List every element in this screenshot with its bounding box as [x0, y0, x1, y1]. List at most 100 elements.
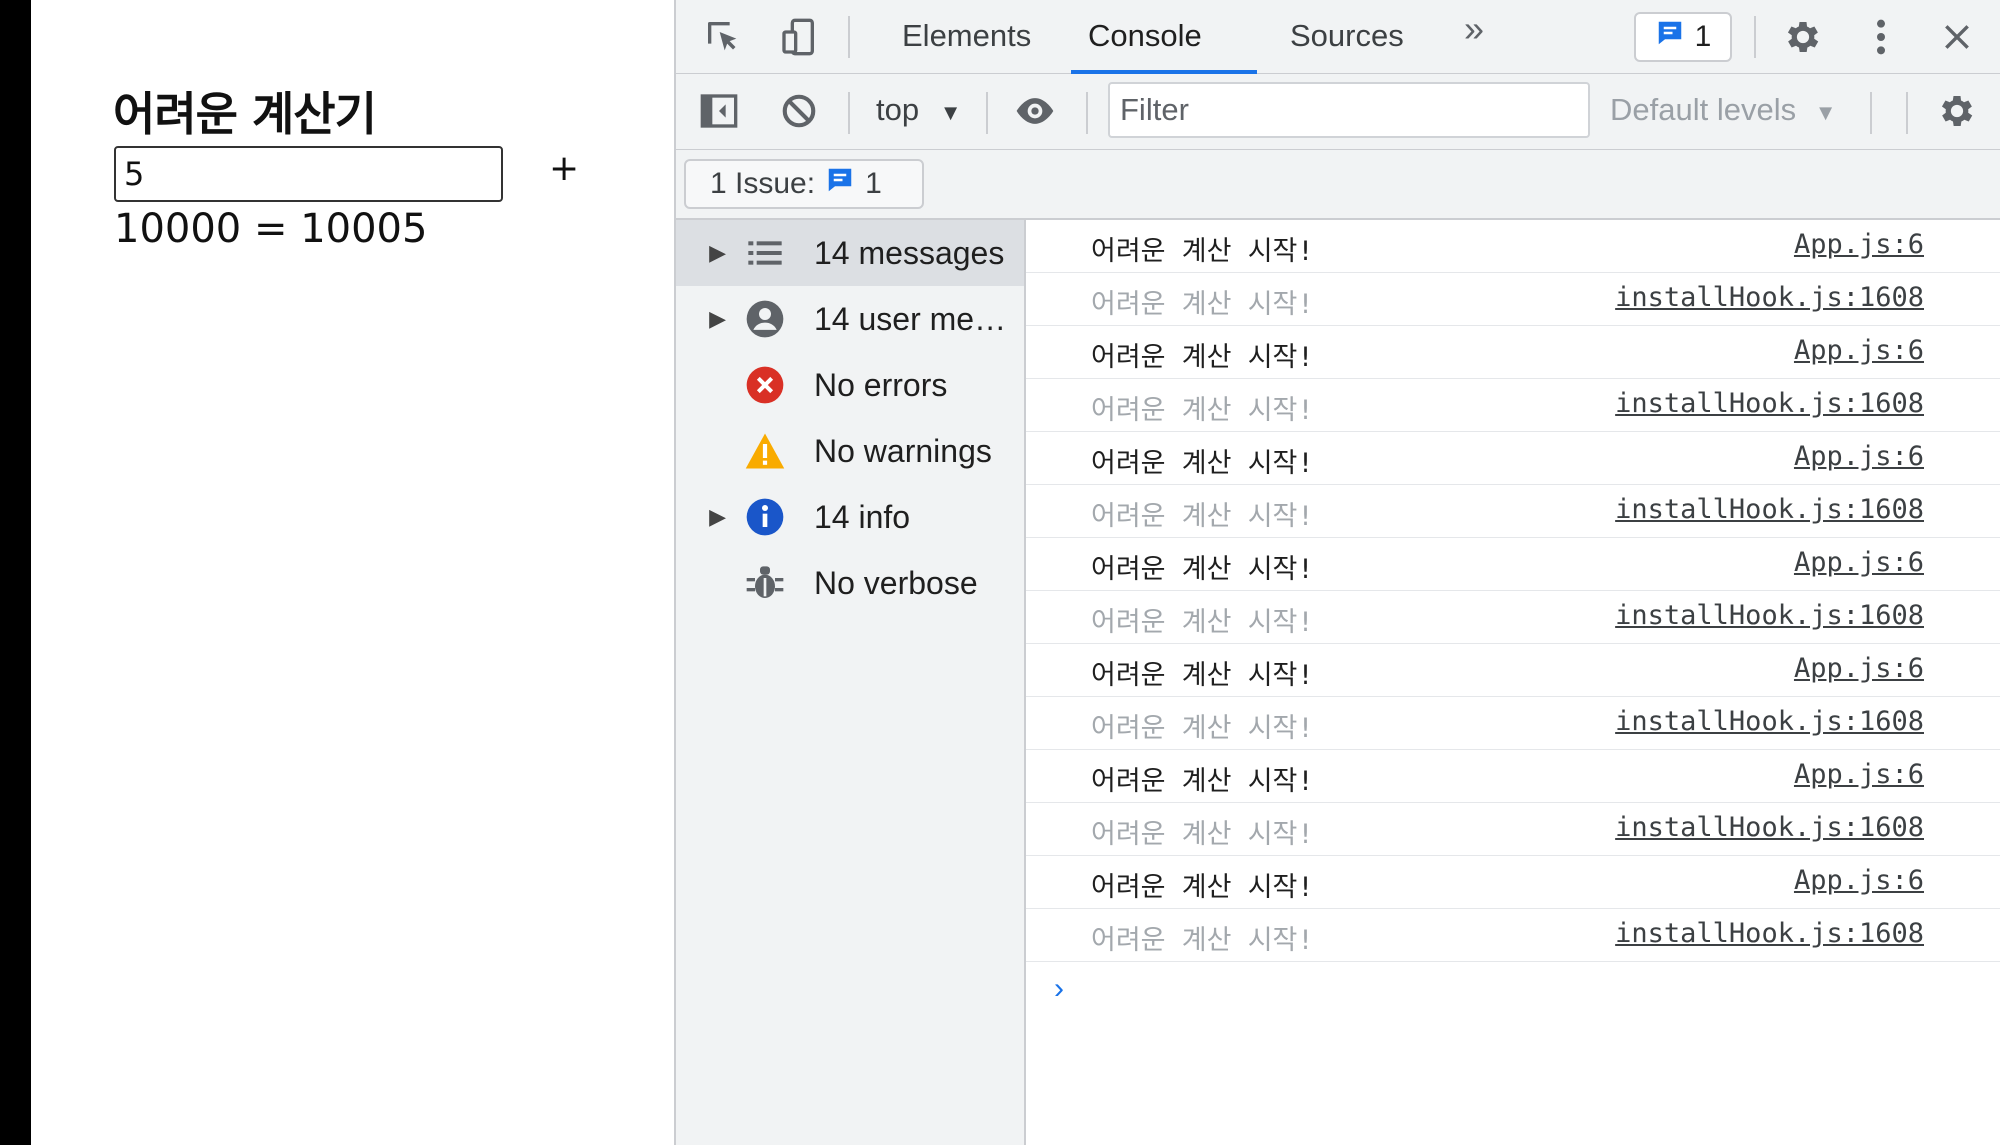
- log-message: 어려운 계산 시작!: [1091, 342, 1314, 373]
- sidebar-item-warnings[interactable]: No warnings: [676, 418, 1024, 484]
- device-toolbar-icon[interactable]: [776, 14, 822, 60]
- clear-console-icon[interactable]: [776, 88, 822, 134]
- expand-arrow-icon: ▶: [709, 306, 726, 331]
- issues-label: 1 Issue:: [710, 167, 816, 200]
- log-row: 어려운 계산 시작! App.js:6: [1026, 432, 2000, 485]
- log-message: 어려운 계산 시작!: [1091, 607, 1314, 638]
- log-message: 어려운 계산 시작!: [1091, 236, 1314, 267]
- toolbar-divider: [1086, 92, 1088, 134]
- console-settings-gear-icon[interactable]: [1934, 88, 1980, 134]
- log-source-link[interactable]: App.js:6: [1794, 865, 1924, 896]
- expand-arrow-icon: ▶: [709, 240, 726, 265]
- log-source-link[interactable]: App.js:6: [1794, 335, 1924, 366]
- dropdown-arrow-icon: ▼: [1814, 100, 1837, 125]
- close-icon[interactable]: [1934, 14, 1980, 60]
- devtools-panel: Elements Console Sources » 1 top ▼ Filte…: [674, 0, 2000, 1145]
- issues-bar: 1 Issue: 1: [676, 150, 2000, 220]
- log-message: 어려운 계산 시작!: [1091, 925, 1314, 956]
- warning-icon: [744, 430, 786, 472]
- issues-bar-count: 1: [865, 167, 882, 200]
- log-source-link[interactable]: installHook.js:1608: [1615, 494, 1924, 525]
- calculation-result: 10000 = 10005: [114, 206, 428, 252]
- log-message: 어려운 계산 시작!: [1091, 713, 1314, 744]
- log-source-link[interactable]: installHook.js:1608: [1615, 600, 1924, 631]
- window-left-edge: [0, 0, 31, 1145]
- log-row: 어려운 계산 시작! App.js:6: [1026, 644, 2000, 697]
- plus-operator: +: [549, 148, 580, 189]
- sidebar-item-user-messages[interactable]: ▶ 14 user me…: [676, 286, 1024, 352]
- log-source-link[interactable]: App.js:6: [1794, 759, 1924, 790]
- sidebar-item-messages[interactable]: ▶ 14 messages: [676, 220, 1024, 286]
- sidebar-item-label: 14 info: [814, 498, 911, 535]
- log-message: 어려운 계산 시작!: [1091, 395, 1314, 426]
- log-source-link[interactable]: installHook.js:1608: [1615, 282, 1924, 313]
- log-row: 어려운 계산 시작! installHook.js:1608: [1026, 485, 2000, 538]
- issues-button[interactable]: 1 Issue: 1: [684, 159, 924, 209]
- log-message: 어려운 계산 시작!: [1091, 660, 1314, 691]
- execution-context-select[interactable]: top ▼: [876, 84, 962, 136]
- sidebar-item-errors[interactable]: No errors: [676, 352, 1024, 418]
- sidebar-toggle-icon[interactable]: [696, 88, 742, 134]
- tab-console[interactable]: Console: [1086, 0, 1204, 72]
- log-row: 어려운 계산 시작! installHook.js:1608: [1026, 803, 2000, 856]
- sidebar-item-info[interactable]: ▶ 14 info: [676, 484, 1024, 550]
- tab-sources[interactable]: Sources: [1288, 0, 1406, 72]
- console-prompt-icon[interactable]: ›: [1054, 972, 1064, 1006]
- message-icon: [825, 165, 855, 203]
- log-source-link[interactable]: installHook.js:1608: [1615, 706, 1924, 737]
- info-icon: [744, 496, 786, 538]
- more-options-icon[interactable]: [1858, 14, 1904, 60]
- log-row: 어려운 계산 시작! installHook.js:1608: [1026, 591, 2000, 644]
- toolbar-divider: [1754, 16, 1756, 58]
- levels-label: Default levels: [1610, 92, 1797, 127]
- log-row: 어려운 계산 시작! App.js:6: [1026, 856, 2000, 909]
- sidebar-item-verbose[interactable]: No verbose: [676, 550, 1024, 616]
- list-icon: [744, 232, 786, 274]
- tab-elements[interactable]: Elements: [900, 0, 1033, 72]
- devtools-tabbar: Elements Console Sources » 1: [676, 0, 2000, 74]
- console-messages: 어려운 계산 시작! App.js:6 어려운 계산 시작! installHo…: [1026, 220, 2000, 1145]
- log-source-link[interactable]: App.js:6: [1794, 441, 1924, 472]
- log-row: 어려운 계산 시작! installHook.js:1608: [1026, 379, 2000, 432]
- bug-icon: [744, 562, 786, 604]
- log-source-link[interactable]: installHook.js:1608: [1615, 918, 1924, 949]
- app-title: 어려운 계산기: [113, 87, 377, 141]
- sidebar-item-label: 14 messages: [814, 234, 1005, 271]
- log-row: 어려운 계산 시작! installHook.js:1608: [1026, 697, 2000, 750]
- app-page: 어려운 계산기 + 10000 = 10005: [31, 0, 674, 1145]
- live-expression-eye-icon[interactable]: [1012, 88, 1058, 134]
- number-input[interactable]: [114, 146, 503, 202]
- log-row: 어려운 계산 시작! installHook.js:1608: [1026, 909, 2000, 962]
- log-source-link[interactable]: App.js:6: [1794, 229, 1924, 260]
- log-row: 어려운 계산 시작! App.js:6: [1026, 538, 2000, 591]
- log-levels-dropdown[interactable]: Default levels ▼: [1610, 84, 1837, 136]
- sidebar-item-label: No errors: [814, 366, 948, 403]
- issues-counter-button[interactable]: 1: [1634, 12, 1732, 62]
- expand-arrow-icon: ▶: [709, 504, 726, 529]
- log-message: 어려운 계산 시작!: [1091, 554, 1314, 585]
- more-tabs-icon[interactable]: »: [1464, 8, 1484, 50]
- log-source-link[interactable]: App.js:6: [1794, 547, 1924, 578]
- inspect-element-icon[interactable]: [700, 14, 746, 60]
- toolbar-divider: [1870, 92, 1872, 134]
- log-row: 어려운 계산 시작! App.js:6: [1026, 750, 2000, 803]
- log-message: 어려운 계산 시작!: [1091, 819, 1314, 850]
- log-message: 어려운 계산 시작!: [1091, 766, 1314, 797]
- log-source-link[interactable]: installHook.js:1608: [1615, 812, 1924, 843]
- log-message: 어려운 계산 시작!: [1091, 501, 1314, 532]
- log-message: 어려운 계산 시작!: [1091, 289, 1314, 320]
- sidebar-item-label: No warnings: [814, 432, 992, 469]
- log-message: 어려운 계산 시작!: [1091, 872, 1314, 903]
- log-message: 어려운 계산 시작!: [1091, 448, 1314, 479]
- log-row: 어려운 계산 시작! App.js:6: [1026, 326, 2000, 379]
- log-source-link[interactable]: App.js:6: [1794, 653, 1924, 684]
- log-source-link[interactable]: installHook.js:1608: [1615, 388, 1924, 419]
- filter-input[interactable]: [1108, 82, 1590, 138]
- message-icon: [1655, 18, 1685, 56]
- user-icon: [744, 298, 786, 340]
- context-label: top: [876, 92, 920, 127]
- toolbar-divider: [1906, 92, 1908, 134]
- log-row: 어려운 계산 시작! installHook.js:1608: [1026, 273, 2000, 326]
- settings-gear-icon[interactable]: [1780, 14, 1826, 60]
- console-sidebar: ▶ 14 messages ▶ 14 user me… No errors No…: [676, 220, 1026, 1145]
